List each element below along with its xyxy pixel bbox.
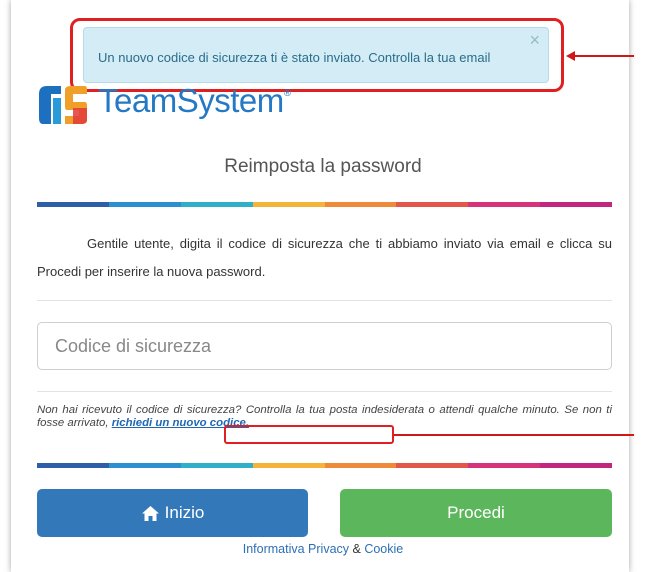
instructions-text: Gentile utente, digita il codice di sicu… xyxy=(37,236,612,279)
teamsystem-logo-icon xyxy=(39,86,87,124)
color-stripe-top xyxy=(37,202,612,207)
annotation-arrow-top xyxy=(574,55,634,57)
alert-success-message: Un nuovo codice di sicurezza ti è stato … xyxy=(83,27,549,83)
stripe-segment xyxy=(396,202,469,207)
home-button-label: Inizio xyxy=(164,503,205,522)
stripe-segment xyxy=(396,463,469,468)
brand-name: TeamSystem® xyxy=(98,82,291,119)
page-title: Reimposta la password xyxy=(224,156,422,177)
stripe-segment xyxy=(180,202,253,207)
home-icon xyxy=(141,505,159,521)
cookie-link[interactable]: Cookie xyxy=(364,542,403,556)
divider xyxy=(37,300,612,301)
color-stripe-bottom xyxy=(37,463,612,468)
alert-highlight-box: Un nuovo codice di sicurezza ti è stato … xyxy=(70,18,564,92)
annotation-arrow-bottom xyxy=(394,434,634,436)
stripe-segment xyxy=(324,463,397,468)
stripe-segment xyxy=(37,202,109,207)
proceed-button-label: Procedi xyxy=(447,503,505,522)
proceed-button[interactable]: Procedi xyxy=(340,489,612,537)
alert-text: Un nuovo codice di sicurezza ti è stato … xyxy=(98,50,491,65)
stripe-segment xyxy=(108,202,181,207)
divider xyxy=(37,391,612,392)
stripe-segment xyxy=(540,463,612,468)
security-code-input[interactable] xyxy=(37,322,612,370)
stripe-segment xyxy=(540,202,612,207)
stripe-segment xyxy=(252,202,325,207)
home-button[interactable]: Inizio xyxy=(37,489,308,537)
stripe-segment xyxy=(252,463,325,468)
stripe-segment xyxy=(108,463,181,468)
stripe-segment xyxy=(37,463,109,468)
close-icon[interactable]: × xyxy=(529,30,540,51)
stripe-segment xyxy=(468,202,541,207)
stripe-segment xyxy=(468,463,541,468)
stripe-segment xyxy=(180,463,253,468)
footer-links: Informativa Privacy & Cookie xyxy=(242,542,404,556)
privacy-link[interactable]: Informativa Privacy xyxy=(243,542,349,556)
link-highlight-box xyxy=(224,425,394,444)
stripe-segment xyxy=(324,202,397,207)
